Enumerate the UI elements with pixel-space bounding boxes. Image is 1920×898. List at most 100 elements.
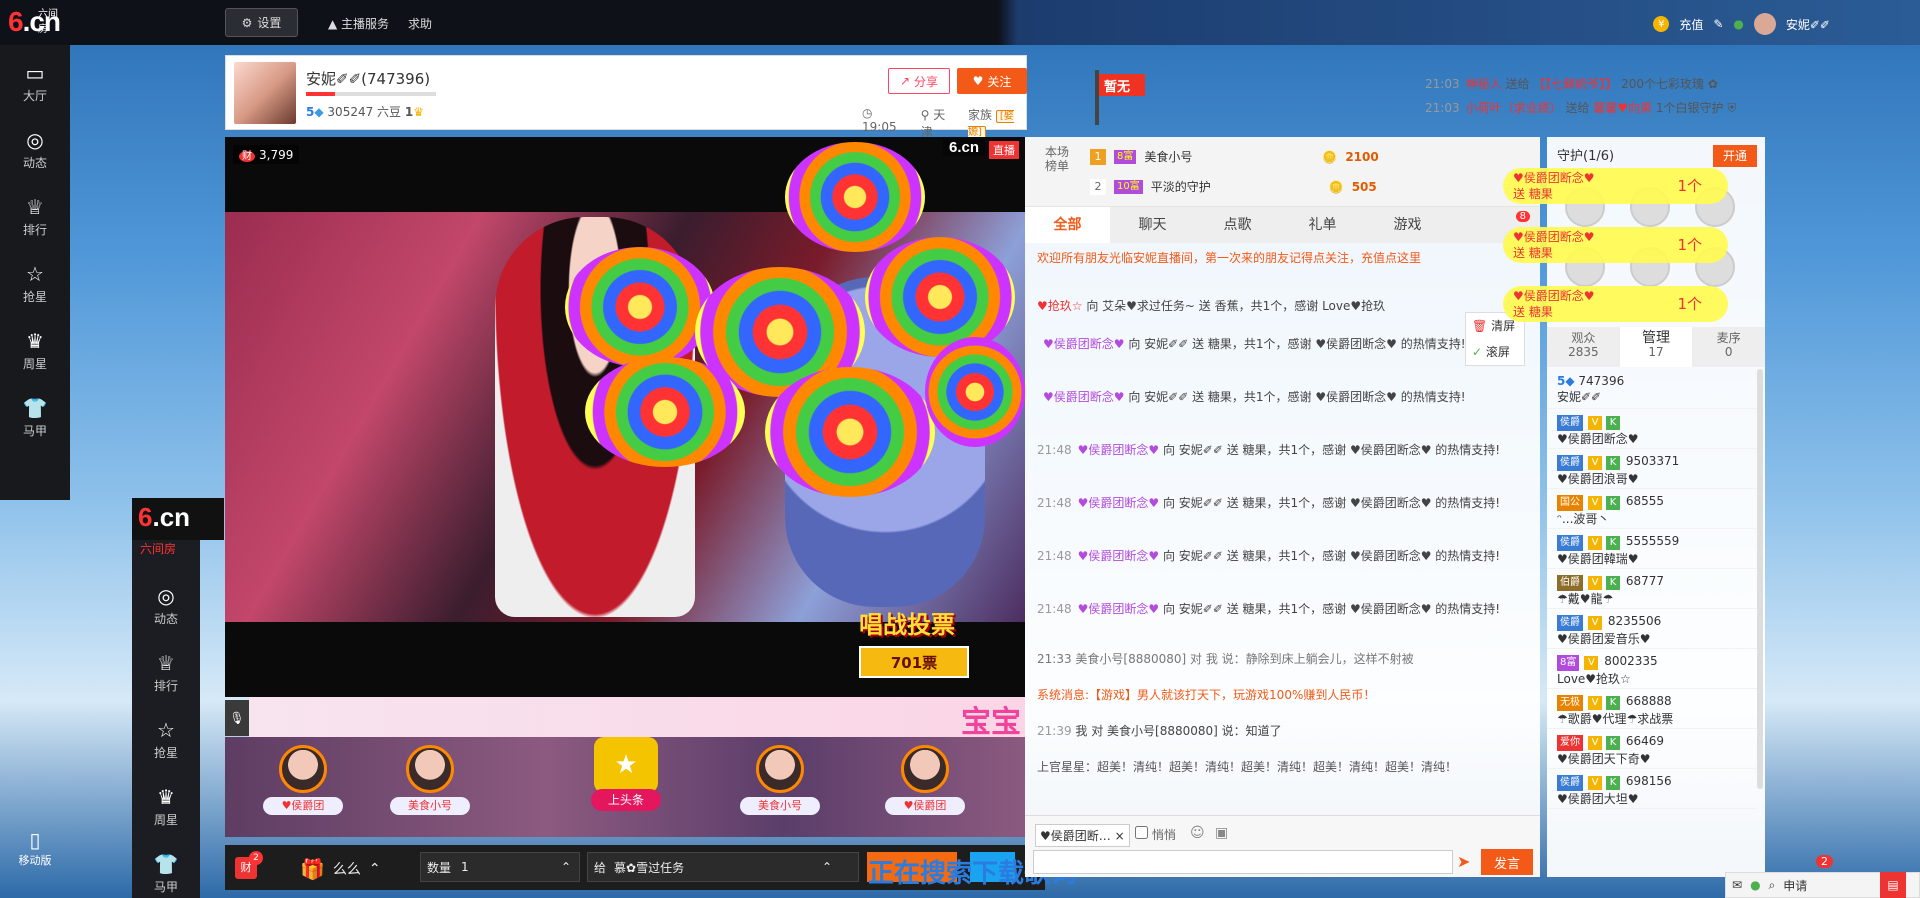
scroll-screen-button[interactable]: ✓ 滚屏	[1466, 339, 1524, 365]
chat-message: ♥抢玖☆ 向 艾朵♥求过任务~ 送 香蕉，共1个，感谢 Love♥抢玖	[1037, 299, 1386, 313]
crown-icon: ♕	[26, 195, 44, 219]
chat-input[interactable]	[1033, 850, 1453, 874]
user-avatar[interactable]	[1753, 13, 1776, 35]
quantity-input[interactable]	[461, 860, 552, 874]
mic-button[interactable]: 🎙	[225, 700, 249, 736]
follow-button[interactable]: ♥ 关注	[957, 68, 1027, 94]
tab-all[interactable]: 全部	[1025, 207, 1110, 243]
coin-icon: ¥	[1653, 16, 1670, 32]
user-name[interactable]: 安妮✐✐	[1786, 16, 1830, 33]
user-list-scrollbar[interactable]	[1757, 369, 1763, 789]
list-item[interactable]: 伯爵 V K 68777 ☂戴♥龍☂	[1547, 569, 1757, 609]
chat-message: 上官星星：超美！清纯！超美！清纯！超美！清纯！超美！清纯！超美！清纯！	[1037, 760, 1458, 774]
live-video[interactable]: 财 3,799 6.cn 直播 唱战投票 701票	[225, 137, 1025, 697]
send-message-button[interactable]: 发言	[1481, 849, 1533, 875]
host-name: 安妮✐✐(747396)	[306, 70, 431, 88]
headline-button[interactable]: ★ 上头条	[591, 737, 661, 827]
edit-icon[interactable]: ✎	[1713, 17, 1723, 31]
share-button[interactable]: ↗ 分享	[888, 68, 950, 94]
sidebar-item-dynamic[interactable]: ◎ 动态	[0, 122, 70, 182]
host-avatar[interactable]	[234, 62, 296, 124]
gifter-avatar	[279, 745, 327, 793]
gifter-avatar	[756, 745, 804, 793]
whisper-checkbox[interactable]: 悄悄	[1135, 826, 1176, 843]
chat-bubble-icon[interactable]: ▤	[1880, 872, 1906, 898]
sidebar-item-vest[interactable]: 👕 马甲	[0, 390, 70, 450]
recipient-input[interactable]	[614, 860, 815, 874]
list-item[interactable]: 8富 V 8002335 Love♥抢玖☆	[1547, 649, 1757, 689]
mobile-version-link[interactable]: ▯ 移动版	[10, 828, 60, 868]
candy-effect	[925, 337, 1025, 447]
crown-icon: ♕	[157, 651, 175, 675]
rank-row[interactable]: 1 8富 美食小号 🪙 2100	[1090, 143, 1530, 171]
site-logo[interactable]: 6.cn 六间房	[8, 6, 61, 38]
flag-label[interactable]: 暂无	[1099, 74, 1145, 96]
chevron-up-icon[interactable]: ⌃	[561, 860, 571, 874]
candy-effect	[865, 237, 1015, 357]
gifter-item[interactable]: ♥侯爵团	[880, 745, 970, 815]
close-icon[interactable]: ×	[1115, 829, 1125, 843]
overlay-sidebar-grab-star[interactable]: ☆ 抢星	[132, 712, 200, 772]
tv-icon: ▭	[25, 61, 45, 85]
tab-gifts[interactable]: 礼单	[1280, 207, 1365, 243]
gift-popup: ♥侯爵团断念♥ 送 糖果 1个	[1503, 168, 1728, 204]
overlay-sidebar-dynamic[interactable]: ◎ 动态	[132, 578, 200, 638]
tab-song[interactable]: 点歌	[1195, 207, 1280, 243]
recharge-link[interactable]: 充值	[1679, 16, 1703, 33]
sidebar-item-rank[interactable]: ♕ 排行	[0, 189, 70, 249]
help-link[interactable]: 求助	[408, 15, 432, 32]
sidebar-item-hall[interactable]: ▭ 大厅	[0, 55, 70, 115]
sidebar-item-grab-star[interactable]: ☆ 抢星	[0, 256, 70, 316]
mic-icon: 🎙	[229, 711, 245, 725]
tab-admins[interactable]: 管理 17	[1619, 327, 1693, 367]
tab-games[interactable]: 游戏	[1365, 207, 1450, 243]
banner-strip: 宝宝	[249, 697, 1025, 737]
overlay-sidebar-rank[interactable]: ♕ 排行	[132, 645, 200, 705]
tab-mic-queue[interactable]: 麦序 0	[1692, 327, 1765, 367]
overlay-logo[interactable]: 6.cn 六间房	[132, 498, 224, 556]
image-icon[interactable]: ▣	[1215, 825, 1228, 841]
list-item[interactable]: 国公 V K 68555 ᵔ...波哥丶	[1547, 489, 1757, 529]
star-icon: ★	[594, 737, 658, 793]
apply-button[interactable]: 申请	[1783, 877, 1807, 894]
rank-row[interactable]: 2 10富 平淡的守护 🪙 505	[1090, 173, 1530, 201]
list-item[interactable]: 侯爵 V K 698156 ♥侯爵团大坦♥	[1547, 769, 1757, 809]
list-item[interactable]: 侯爵 V K 5555559 ♥侯爵团韓瑞♥	[1547, 529, 1757, 569]
gift-selector[interactable]: 🎁 么么 ⌃	[300, 857, 381, 881]
mail-icon[interactable]: ✉	[1732, 878, 1742, 892]
gifter-item[interactable]: 美食小号	[385, 745, 475, 815]
rich-button[interactable]: 财2	[235, 851, 263, 879]
open-guard-button[interactable]: 开通	[1713, 145, 1757, 167]
overlay-sidebar-week-star[interactable]: ♛ 周星	[132, 779, 200, 839]
rank-label: 本场榜单	[1045, 145, 1070, 173]
tab-chat[interactable]: 聊天	[1110, 207, 1195, 243]
list-item[interactable]: 爱你 V K 66469 ♥侯爵团天下奇♥	[1547, 729, 1757, 769]
list-item[interactable]: 无极 V K 668888 ☂歌爵♥代理☂求战票	[1547, 689, 1757, 729]
send-plane-icon[interactable]: ➤	[1457, 852, 1470, 871]
chat-target-tag[interactable]: ♥侯爵团断… ×	[1035, 824, 1130, 847]
emoji-icon[interactable]: ☺	[1190, 825, 1205, 841]
verified-icon[interactable]: ●	[1733, 17, 1743, 31]
list-item[interactable]: 侯爵 V K ♥侯爵团断念♥	[1547, 409, 1757, 449]
list-item[interactable]: 侯爵 V K 9503371 ♥侯爵团浪哥♥	[1547, 449, 1757, 489]
user-list[interactable]: 5◆ 747396 安妮✐✐ 侯爵 V K ♥侯爵团断念♥ 侯爵 V K 9503371 ♥…	[1547, 369, 1757, 877]
chevron-up-icon[interactable]: ⌃	[822, 860, 832, 874]
settings-button[interactable]: ⚙ 设置	[225, 8, 298, 37]
tab-audience[interactable]: 观众 2835	[1547, 327, 1620, 367]
anchor-service-link[interactable]: ▲ 主播服务	[328, 15, 389, 32]
verified-icon[interactable]: ●	[1750, 878, 1760, 892]
gift-popup: ♥侯爵团断念♥ 送 糖果 1个	[1503, 286, 1728, 322]
overlay-sidebar-vest[interactable]: 👕 马甲	[132, 846, 200, 898]
gifter-strip: ♥侯爵团 美食小号 ★ 上头条 美食小号 ♥侯爵团	[225, 737, 1025, 837]
list-item[interactable]: 5◆ 747396 安妮✐✐	[1547, 369, 1757, 409]
vote-widget[interactable]: 唱战投票 701票	[859, 605, 979, 687]
sidebar-item-week-star[interactable]: ♛ 周星	[0, 323, 70, 383]
chat-messages[interactable]: 欢迎所有朋友光临安妮直播间，第一次来的朋友记得点关注，充值点这里 ♥抢玖☆ 向 …	[1025, 243, 1537, 803]
search-icon[interactable]: ⌕	[1769, 878, 1776, 893]
gifter-item[interactable]: 美食小号	[735, 745, 825, 815]
compass-icon: ◎	[26, 128, 44, 152]
gifter-item[interactable]: ♥侯爵团	[258, 745, 348, 815]
list-item[interactable]: 侯爵 V 8235506 ♥侯爵团爱音乐♥	[1547, 609, 1757, 649]
star-icon: ☆	[26, 262, 44, 286]
quantity-field: 数量⌃	[420, 852, 580, 882]
